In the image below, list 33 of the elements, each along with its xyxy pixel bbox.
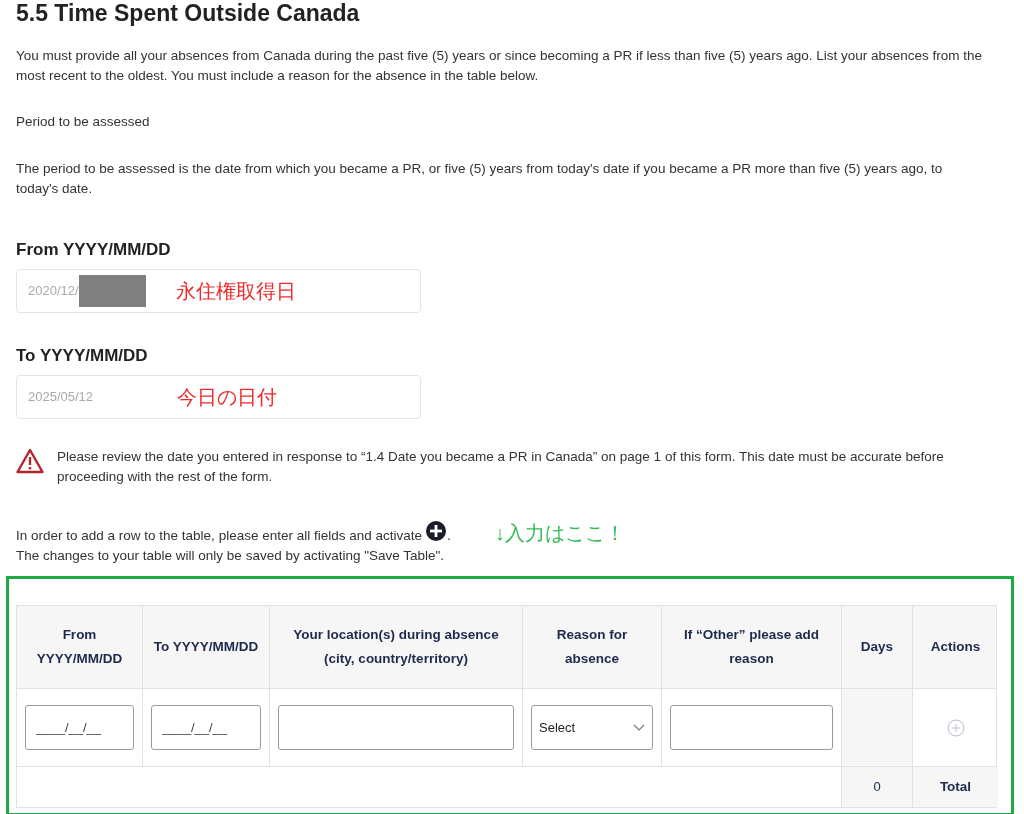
column-header: To YYYY/MM/DD bbox=[143, 606, 270, 688]
annotation-text: 今日の日付 bbox=[177, 385, 278, 410]
total-label: Total bbox=[913, 767, 998, 807]
days-total-cell: 0 bbox=[842, 767, 913, 807]
field-label: From YYYY/MM/DD bbox=[16, 239, 172, 261]
instruction-text: In order to add a row to the table, please enter all fields and activate bbox=[16, 527, 422, 545]
callout-text: ↓入力はここ！ bbox=[494, 521, 625, 546]
intro-paragraph: You must provide all your absences from Canada during the past five (5) years or since becoming a PR if less than five (5) years ago. List your absences from the most recent to the oldest. You must include a reason for the absence in the table below. bbox=[16, 47, 983, 85]
section-title: 5.5 Time Spent Outside Canada bbox=[16, 0, 361, 28]
add-circle-icon bbox=[425, 520, 447, 542]
column-header: Days bbox=[842, 606, 913, 688]
date-value: 2025/05/12 bbox=[28, 388, 94, 407]
warning-message: Please review the date you entered in response to “1.4 Date you became a PR in Canada” on page 1 of this form. This date must be accurate before proceeding with the rest of the form. bbox=[57, 448, 945, 486]
column-header: From YYYY/MM/DD bbox=[17, 606, 143, 688]
text-input[interactable] bbox=[278, 705, 514, 750]
instruction-text: The changes to your table will only be saved by activating "Save Table". bbox=[16, 547, 446, 565]
column-header: Reason for absence bbox=[523, 606, 662, 688]
field-label: To YYYY/MM/DD bbox=[16, 345, 149, 367]
instruction-period: . bbox=[447, 527, 451, 545]
annotation-text: 永住権取得日 bbox=[175, 279, 296, 304]
column-header: If “Other” please add reason bbox=[662, 606, 842, 688]
column-header: Actions bbox=[929, 638, 982, 656]
date-value: 2020/12/ bbox=[28, 282, 79, 301]
text-input[interactable] bbox=[670, 705, 833, 750]
warning-icon bbox=[16, 448, 44, 474]
chevron-down-icon bbox=[633, 723, 645, 732]
reason-select[interactable]: Select bbox=[531, 705, 653, 750]
add-row-icon[interactable] bbox=[946, 718, 965, 737]
date-input[interactable]: ____/__/__ bbox=[25, 705, 134, 750]
column-header: Your location(s) during absence (city, country/territory) bbox=[270, 606, 523, 688]
period-paragraph: The period to be assessed is the date from which you became a PR, or five (5) years from today's date if you became a PR more than five (5) years ago, to today's date. bbox=[16, 160, 944, 198]
period-heading: Period to be assessed bbox=[16, 113, 151, 131]
date-input[interactable]: ____/__/__ bbox=[151, 705, 261, 750]
